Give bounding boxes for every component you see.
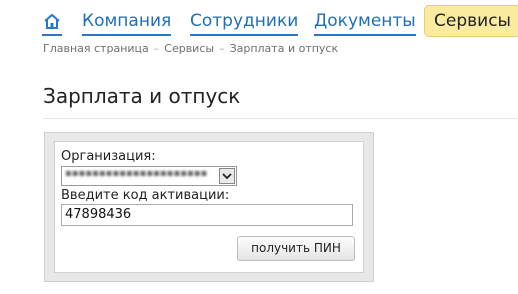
- activation-code-label: Введите код активации:: [61, 188, 230, 203]
- home-icon: [44, 13, 60, 29]
- nav-services-active[interactable]: Сервисы: [424, 5, 518, 37]
- nav-documents[interactable]: Документы: [314, 10, 416, 36]
- activation-form: Организация: ▪▪▪▪▪▪▪▪▪▪▪▪▪▪▪▪▪▪▪▪▪ Введи…: [54, 141, 364, 273]
- activation-form-panel: Организация: ▪▪▪▪▪▪▪▪▪▪▪▪▪▪▪▪▪▪▪▪▪ Введи…: [44, 132, 374, 282]
- breadcrumb: Главная страница – Сервисы – Зарплата и отпу…: [43, 42, 338, 55]
- breadcrumb-services[interactable]: Сервисы: [164, 42, 214, 55]
- breadcrumb-separator: –: [153, 42, 160, 55]
- title-divider: [43, 118, 518, 119]
- breadcrumb-current: Зарплата и отпуск: [229, 42, 339, 55]
- chevron-down-icon[interactable]: [219, 168, 235, 184]
- page-title: Зарплата и отпуск: [43, 84, 241, 108]
- organization-select[interactable]: ▪▪▪▪▪▪▪▪▪▪▪▪▪▪▪▪▪▪▪▪▪: [61, 166, 237, 186]
- top-nav: Компания Сотрудники Документы Сервисы: [0, 0, 518, 40]
- breadcrumb-separator: –: [219, 42, 225, 55]
- activation-code-input[interactable]: 47898436: [61, 204, 353, 226]
- organization-select-value: ▪▪▪▪▪▪▪▪▪▪▪▪▪▪▪▪▪▪▪▪▪: [65, 168, 208, 179]
- nav-employees[interactable]: Сотрудники: [190, 10, 299, 36]
- home-link[interactable]: [42, 12, 62, 36]
- breadcrumb-home[interactable]: Главная страница: [43, 42, 149, 55]
- organization-label: Организация:: [61, 149, 156, 164]
- nav-company[interactable]: Компания: [82, 10, 172, 36]
- get-pin-button[interactable]: получить ПИН: [237, 236, 355, 261]
